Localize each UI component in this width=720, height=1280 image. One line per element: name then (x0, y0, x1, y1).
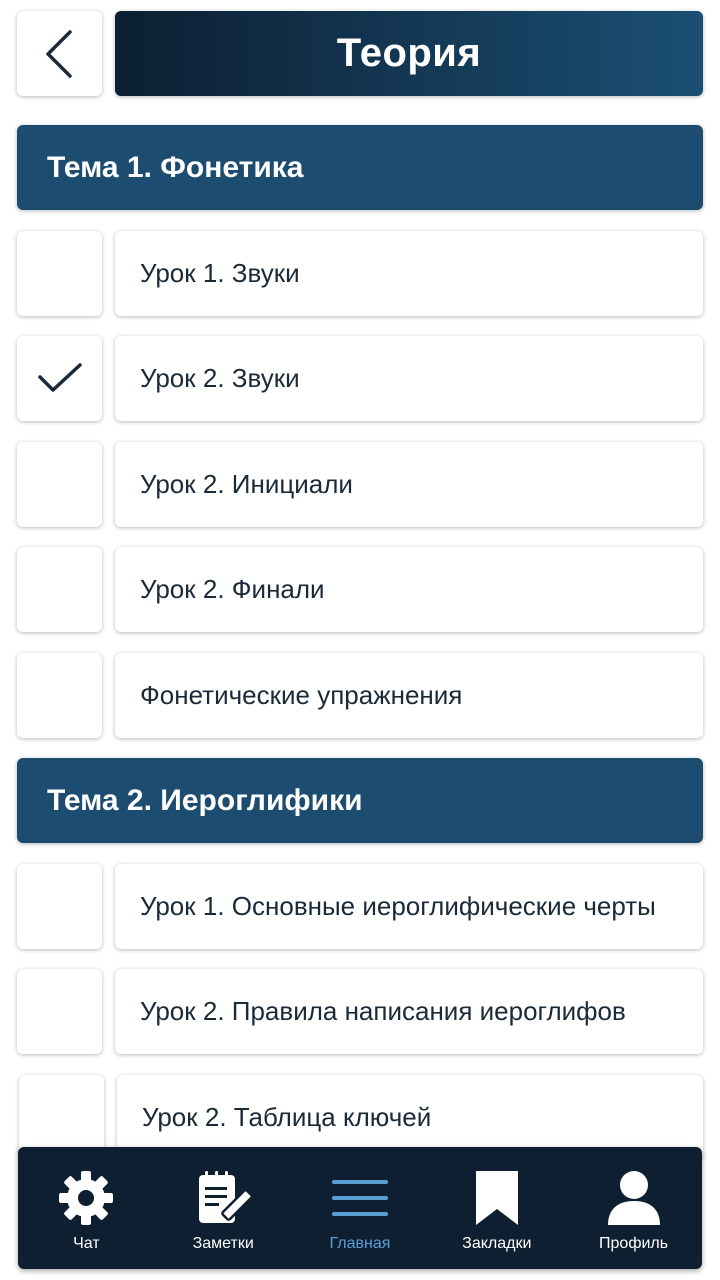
notes-icon (199, 1171, 252, 1223)
lesson-item[interactable]: Урок 2. Финали (115, 547, 703, 632)
lesson-label: Урок 2. Финали (140, 574, 325, 604)
lesson-label: Урок 1. Основные иероглифические черты (140, 891, 656, 921)
lesson-label: Фонетические упражнения (140, 680, 463, 710)
section-title: Тема 2. Иероглифики (47, 783, 363, 817)
section-title: Тема 1. Фонетика (47, 150, 304, 184)
tab-label: Профиль (599, 1235, 669, 1252)
section-header-hieroglyphs: Тема 2. Иероглифики (17, 758, 703, 843)
lesson-label: Урок 2. Инициали (140, 469, 353, 499)
lesson-checkbox[interactable] (17, 442, 102, 527)
lesson-checkbox[interactable] (17, 231, 102, 316)
back-button[interactable] (17, 11, 102, 96)
lesson-label: Урок 1. Звуки (140, 258, 300, 288)
bookmark-icon (475, 1171, 518, 1225)
lesson-checkbox[interactable] (17, 864, 102, 949)
profile-icon (607, 1171, 660, 1225)
tab-bookmarks[interactable]: Закладки (429, 1147, 565, 1269)
tab-label: Закладки (462, 1235, 532, 1252)
section-header-phonetics: Тема 1. Фонетика (17, 125, 703, 210)
lesson-item[interactable]: Фонетические упражнения (115, 653, 703, 738)
lesson-item[interactable]: Урок 2. Инициали (115, 442, 703, 527)
menu-icon (331, 1180, 388, 1216)
tab-profile[interactable]: Профиль (566, 1147, 702, 1269)
tab-label: Заметки (192, 1235, 254, 1252)
lesson-label: Урок 2. Звуки (140, 363, 300, 393)
lesson-checkbox[interactable] (17, 969, 102, 1054)
page-title-bar: Теория (115, 11, 703, 96)
lesson-item[interactable]: Урок 1. Основные иероглифические черты (115, 864, 703, 949)
tab-notes[interactable]: Заметки (155, 1147, 291, 1269)
lesson-checkbox[interactable] (17, 547, 102, 632)
bottom-tab-bar: Чат Заметки Главная Закладки Профиль (18, 1147, 702, 1269)
lesson-checkbox-checked[interactable] (17, 336, 102, 421)
checkmark-icon (37, 362, 82, 392)
lesson-label: Урок 2. Правила написания иероглифов (140, 996, 626, 1026)
gear-icon (59, 1171, 114, 1225)
chevron-left-icon (45, 29, 72, 78)
lesson-item[interactable]: Урок 2. Правила написания иероглифов (115, 969, 703, 1054)
lesson-item[interactable]: Урок 2. Звуки (115, 336, 703, 421)
tab-label: Чат (73, 1235, 100, 1252)
tab-home[interactable]: Главная (292, 1147, 428, 1269)
tab-label: Главная (329, 1235, 391, 1252)
page-title: Теория (336, 31, 482, 75)
lesson-checkbox[interactable] (17, 653, 102, 738)
lesson-label: Урок 2. Таблица ключей (142, 1102, 432, 1132)
tab-chat[interactable]: Чат (18, 1147, 154, 1269)
lesson-item[interactable]: Урок 1. Звуки (115, 231, 703, 316)
